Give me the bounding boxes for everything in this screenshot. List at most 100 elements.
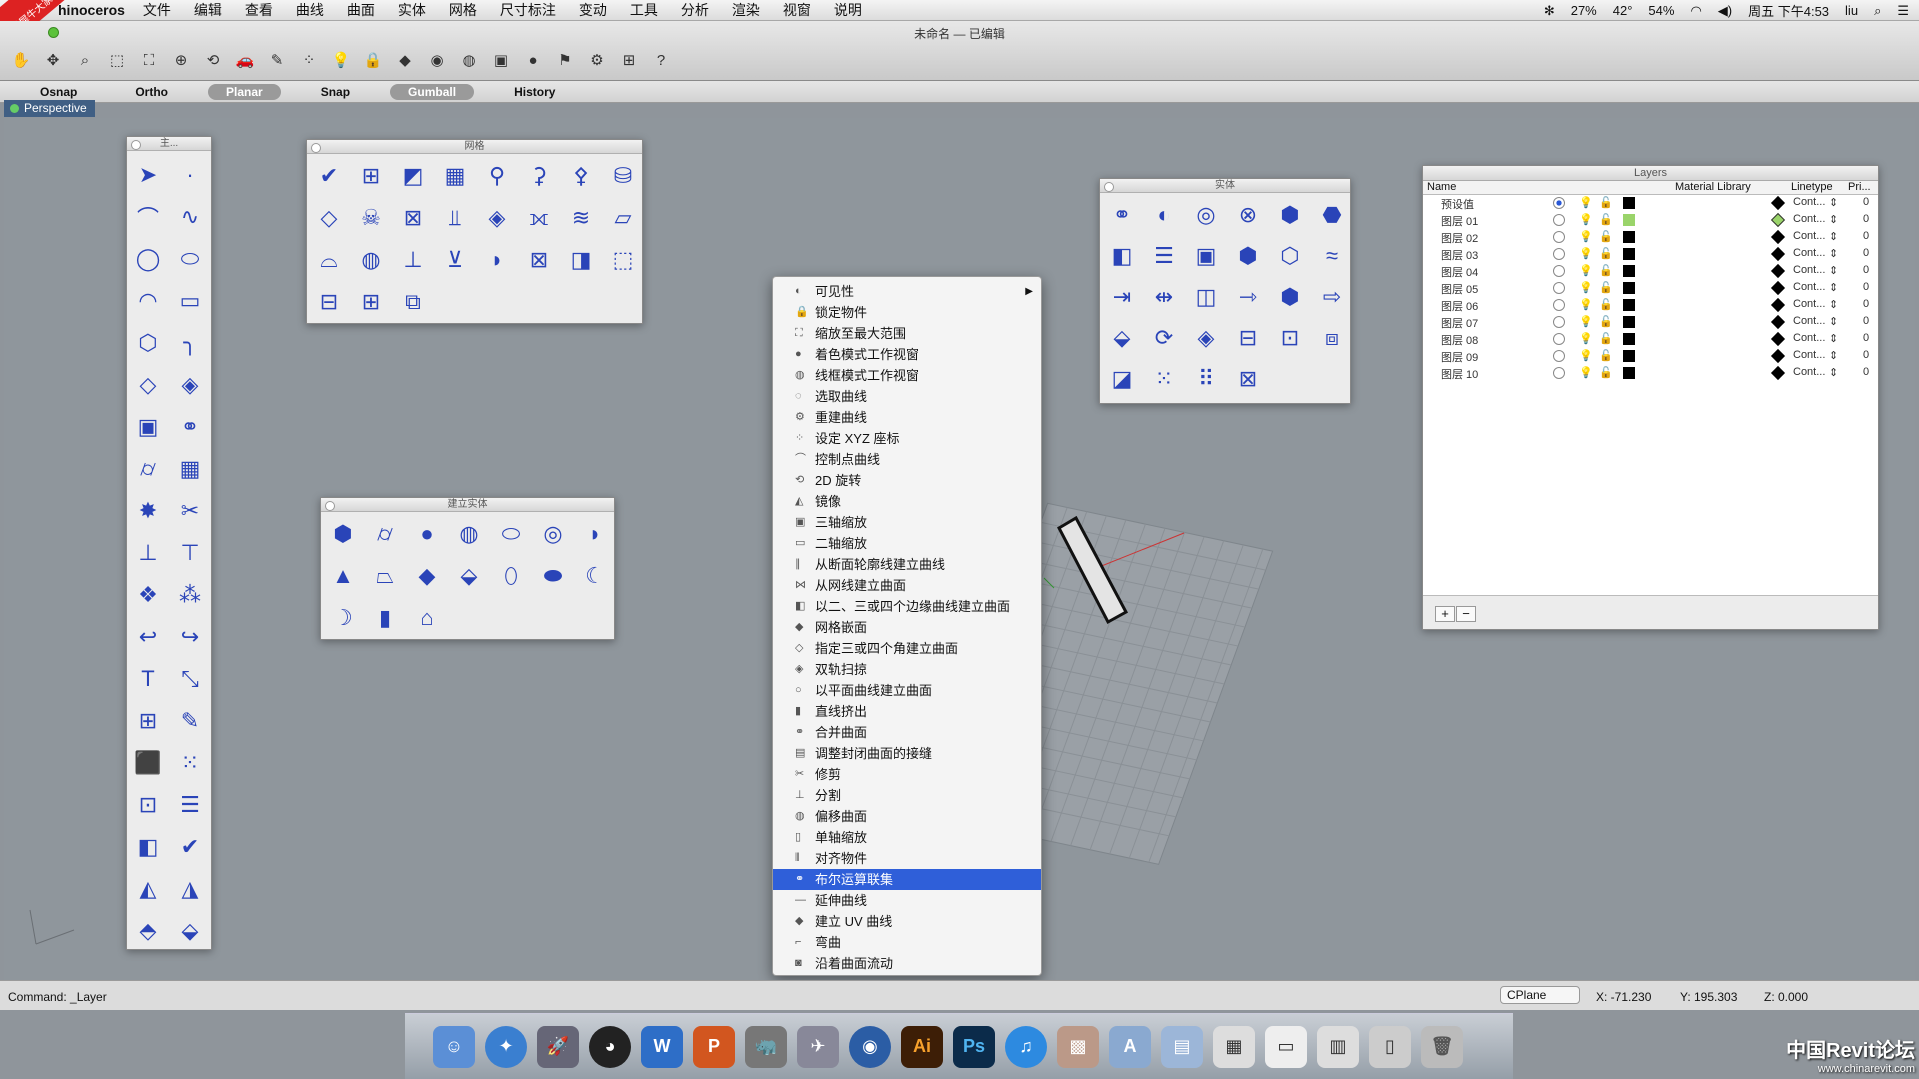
boolean-union-icon[interactable]: ⚭ <box>1104 197 1140 233</box>
planar-toggle[interactable]: Planar <box>208 83 281 100</box>
extract-surface-icon[interactable]: ◧ <box>1104 238 1140 274</box>
menu-item-boolean-union[interactable]: ⚭ 布尔运算联集 <box>773 869 1041 890</box>
mesh-figure-up-icon[interactable]: ⚳ <box>521 158 557 194</box>
layer-color-swatch[interactable] <box>1623 316 1635 328</box>
menu-item-mirror[interactable]: ◭ 镜像 <box>773 491 1041 512</box>
wedge-solid-icon[interactable]: ◗ <box>577 516 613 552</box>
mesh-figure-icon[interactable]: ⚲ <box>479 158 515 194</box>
lock-icon[interactable]: 🔓 <box>1599 366 1613 379</box>
mesh-trim-icon[interactable]: ⊻ <box>437 242 473 278</box>
preview-icon[interactable]: ✈ <box>797 1025 839 1068</box>
menu-item-surface-from-network[interactable]: ⋈ 从网线建立曲面 <box>773 575 1041 596</box>
volume-icon[interactable]: ◀) <box>1718 3 1732 19</box>
light-bulb-icon[interactable]: 💡 <box>1579 247 1593 260</box>
menu-edit[interactable]: 编辑 <box>194 0 222 20</box>
material-diamond-icon[interactable] <box>1770 195 1786 211</box>
trim-icon[interactable]: ✂ <box>172 493 208 529</box>
finder-icon[interactable]: ☺ <box>433 1025 475 1068</box>
mesh-from-nurbs-icon[interactable]: ◩ <box>395 158 431 194</box>
sphere-solid-icon[interactable]: ● <box>409 516 445 552</box>
array-icon[interactable]: ⁙ <box>172 745 208 781</box>
mesh-cut-icon[interactable]: ⊥ <box>395 242 431 278</box>
menu-item-rebuild-curve[interactable]: ⚙ 重建曲线 <box>773 407 1041 428</box>
hole-cube-icon[interactable]: ⧈ <box>1314 320 1350 356</box>
box-solid-icon[interactable]: ⬢ <box>325 516 361 552</box>
layer-row[interactable]: 图层 04 💡 🔓 Cont... ⇕ 0 <box>1423 263 1878 280</box>
zoom-window-icon[interactable]: ⬚ <box>104 47 130 73</box>
layer-down-icon[interactable]: ⬙ <box>172 913 208 949</box>
current-layer-radio[interactable] <box>1553 316 1565 328</box>
layer-linetype[interactable]: Cont... <box>1793 213 1825 225</box>
lock-icon[interactable]: 🔓 <box>1599 349 1613 362</box>
layer-up-icon[interactable]: ⬘ <box>130 913 166 949</box>
menu-item-curves-from-sections[interactable]: ∥ 从断面轮廓线建立曲线 <box>773 554 1041 575</box>
linetype-stepper-icon[interactable]: ⇕ <box>1829 230 1838 243</box>
solid-faces-icon[interactable]: ⬢ <box>1272 279 1308 315</box>
solid-wave-icon[interactable]: ≈ <box>1314 238 1350 274</box>
layer-color-swatch[interactable] <box>1623 350 1635 362</box>
light-bulb-icon[interactable]: 💡 <box>1579 366 1593 379</box>
light-bulb-icon[interactable]: 💡 <box>1579 264 1593 277</box>
menu-dimension[interactable]: 尺寸标注 <box>500 0 556 20</box>
ungroup-icon[interactable]: ⁂ <box>172 577 208 613</box>
pencil-icon[interactable]: ✎ <box>172 703 208 739</box>
wifi-icon[interactable]: ◠ <box>1690 3 1701 19</box>
layer-linetype[interactable]: Cont... <box>1793 366 1825 378</box>
light-bulb-icon[interactable]: 💡 <box>1579 349 1593 362</box>
menu-item-wireframe-viewport[interactable]: ◍ 线框模式工作视窗 <box>773 365 1041 386</box>
project-icon[interactable]: ⊤ <box>172 535 208 571</box>
col-name[interactable]: Name <box>1427 181 1456 193</box>
sphere-wire-icon[interactable]: ◍ <box>456 47 482 73</box>
cone-solid-icon[interactable]: ▲ <box>325 558 361 594</box>
circle-icon[interactable]: ◯ <box>130 241 166 277</box>
material-diamond-icon[interactable] <box>1770 348 1786 364</box>
arc-icon[interactable]: ◠ <box>130 283 166 319</box>
layer-linetype[interactable]: Cont... <box>1793 230 1825 242</box>
move-icon[interactable]: ✥ <box>40 47 66 73</box>
explode-icon[interactable]: ✸ <box>130 493 166 529</box>
boolean-intersection-icon[interactable]: ◎ <box>1188 197 1224 233</box>
menu-item-planar-surface[interactable]: ○ 以平面曲线建立曲面 <box>773 680 1041 701</box>
layer-linetype[interactable]: Cont... <box>1793 247 1825 259</box>
mesh-unweld-icon[interactable]: ⊞ <box>353 284 389 320</box>
layer-color-swatch[interactable] <box>1623 231 1635 243</box>
linetype-stepper-icon[interactable]: ⇕ <box>1829 264 1838 277</box>
word-icon[interactable]: W <box>641 1025 683 1068</box>
current-layer-radio[interactable] <box>1553 282 1565 294</box>
menu-render[interactable]: 渲染 <box>732 0 760 20</box>
user-name[interactable]: liu <box>1845 3 1858 18</box>
current-layer-radio[interactable] <box>1553 333 1565 345</box>
mesh-extract-icon[interactable]: ◨ <box>563 242 599 278</box>
zoom-selected-icon[interactable]: ⊕ <box>168 47 194 73</box>
mesh-grid-icon[interactable]: ▦ <box>437 158 473 194</box>
ellipsoid-solid-icon[interactable]: ◍ <box>451 516 487 552</box>
menu-item-surface-from-edges[interactable]: ◧ 以二、三或四个边缘曲线建立曲面 <box>773 596 1041 617</box>
torus-solid-icon[interactable]: ◎ <box>535 516 571 552</box>
documents-folder-icon[interactable]: ▤ <box>1161 1025 1203 1068</box>
layer-linetype[interactable]: Cont... <box>1793 315 1825 327</box>
light-bulb-icon[interactable]: 💡 <box>1579 315 1593 328</box>
lock-icon[interactable]: 🔓 <box>1599 213 1613 226</box>
menu-item-merge-surface[interactable]: ⚭ 合并曲面 <box>773 722 1041 743</box>
mesh-figure-down-icon[interactable]: ⚴ <box>563 158 599 194</box>
mesh-offset-icon[interactable]: ◗ <box>479 242 515 278</box>
boolean-difference-icon[interactable]: ◐ <box>1146 197 1182 233</box>
mesh-stairs-icon[interactable]: ⫫ <box>437 200 473 236</box>
polygon-icon[interactable]: ⬡ <box>130 325 166 361</box>
menu-analyze[interactable]: 分析 <box>681 0 709 20</box>
menu-item-bend[interactable]: ⌐ 弯曲 <box>773 932 1041 953</box>
itunes-icon[interactable]: ♫ <box>1005 1025 1047 1068</box>
hole-box-icon[interactable]: ◪ <box>1104 361 1140 397</box>
stack-icon[interactable]: ☰ <box>172 787 208 823</box>
linetype-stepper-icon[interactable]: ⇕ <box>1829 213 1838 226</box>
lock-icon[interactable]: 🔓 <box>1599 264 1613 277</box>
menu-item-set-xyz[interactable]: ⁘ 设定 XYZ 座标 <box>773 428 1041 449</box>
boolean-split-icon[interactable]: ⊗ <box>1230 197 1266 233</box>
files-stack-icon[interactable]: ▥ <box>1317 1025 1359 1068</box>
mesh-join-icon[interactable]: ⊟ <box>311 284 347 320</box>
polyline-icon[interactable]: ⌒ <box>130 199 166 235</box>
flag-icon[interactable]: ⚑ <box>552 47 578 73</box>
split-face-icon[interactable]: ◫ <box>1188 279 1224 315</box>
downloads-stack-icon[interactable]: ▦ <box>1213 1025 1255 1068</box>
photoshop-icon[interactable]: Ps <box>953 1025 995 1068</box>
